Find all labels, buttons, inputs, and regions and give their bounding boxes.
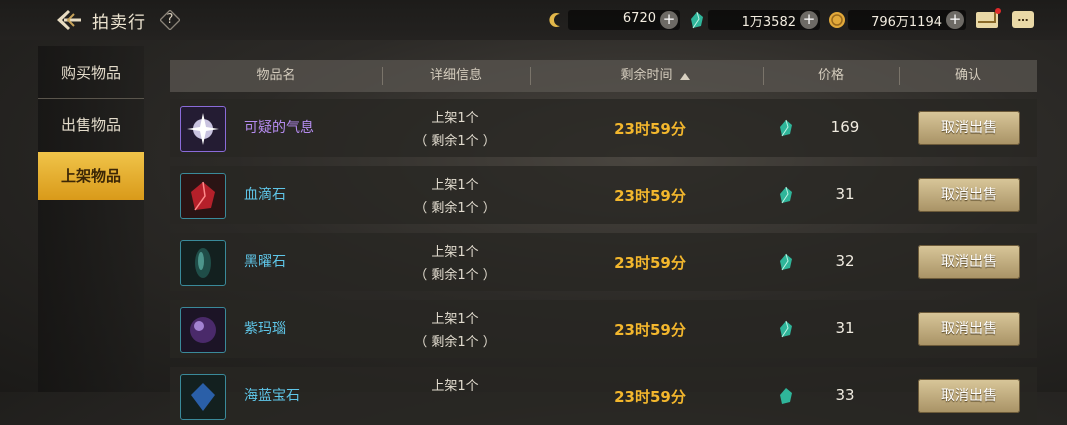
notification-dot: [995, 8, 1001, 14]
item-name: 海蓝宝石: [244, 388, 300, 404]
cancel-sale-button[interactable]: 取消出售: [918, 178, 1020, 212]
listed-count: 上架1个: [431, 111, 479, 126]
price-value: 33: [835, 386, 855, 404]
column-remaining-time[interactable]: 剩余时间: [530, 60, 763, 92]
moon-coin-icon: [549, 13, 560, 27]
mail-icon[interactable]: [976, 12, 998, 28]
add-currency-button[interactable]: +: [946, 11, 964, 29]
currency-moon: 6720 +: [568, 10, 680, 30]
remaining-count: （ 剩余1个 ）: [414, 335, 496, 350]
cancel-sale-button[interactable]: 取消出售: [918, 312, 1020, 346]
add-currency-button[interactable]: +: [660, 11, 678, 29]
column-details: 详细信息: [429, 68, 482, 83]
add-currency-button[interactable]: +: [800, 11, 818, 29]
remaining-count: （ 剩余1个 ）: [414, 134, 496, 149]
column-item-name: 物品名: [256, 68, 296, 83]
item-name: 紫玛瑙: [244, 321, 286, 337]
green-gem-icon: [780, 186, 792, 204]
item-name: 血滴石: [244, 187, 286, 203]
currency-value: 1万3582: [741, 15, 796, 30]
green-gem-icon: [780, 320, 792, 338]
price-value: 169: [830, 118, 860, 136]
top-bar: 拍卖行 ? 6720 + 1万3582 + 796万1194 + …: [0, 0, 1067, 40]
listed-count: 上架1个: [431, 245, 479, 260]
green-gem-icon: [780, 388, 792, 404]
remaining-time: 23时59分: [614, 321, 686, 339]
help-label: ?: [166, 12, 174, 27]
currency-gem: 1万3582 +: [708, 10, 820, 30]
listed-count: 上架1个: [431, 312, 479, 327]
mystic-aura-icon: [180, 106, 226, 152]
cancel-sale-button[interactable]: 取消出售: [918, 111, 1020, 145]
obsidian-icon: [180, 240, 226, 286]
listed-count: 上架1个: [431, 178, 479, 193]
page-title: 拍卖行: [92, 13, 146, 33]
currency-value: 796万1194: [871, 15, 942, 30]
table-row: 紫玛瑙 上架1个 （ 剩余1个 ） 23时59分 31 取消出售: [170, 300, 1037, 358]
chat-icon[interactable]: …: [1012, 11, 1034, 28]
help-button[interactable]: ?: [159, 9, 181, 31]
column-confirm: 确认: [954, 68, 981, 83]
green-gem-icon: [780, 119, 792, 137]
green-gem-icon: [780, 253, 792, 271]
remaining-time: 23时59分: [614, 254, 686, 272]
green-gem-icon: [691, 11, 703, 29]
gold-coin-icon: [829, 12, 845, 28]
table-row: 可疑的气息 上架1个 （ 剩余1个 ） 23时59分 169 取消出售: [170, 99, 1037, 157]
cancel-sale-button[interactable]: 取消出售: [918, 379, 1020, 413]
column-price: 价格: [817, 68, 844, 83]
tab-buy-items[interactable]: 购买物品: [38, 48, 144, 98]
remaining-time: 23时59分: [614, 388, 686, 406]
price-value: 31: [835, 185, 855, 203]
tab-sell-items[interactable]: 出售物品: [38, 100, 144, 150]
listed-count: 上架1个: [431, 379, 479, 394]
sort-ascending-icon[interactable]: [680, 73, 690, 80]
item-name: 黑曜石: [244, 254, 286, 270]
back-arrow-icon[interactable]: [54, 6, 84, 34]
remaining-time: 23时59分: [614, 120, 686, 138]
table-row: 血滴石 上架1个 （ 剩余1个 ） 23时59分 31 取消出售: [170, 166, 1037, 224]
item-name: 可疑的气息: [244, 120, 314, 136]
cancel-sale-button[interactable]: 取消出售: [918, 245, 1020, 279]
purple-agate-icon: [180, 307, 226, 353]
price-value: 31: [835, 319, 855, 337]
blood-stone-icon: [180, 173, 226, 219]
tab-divider: [38, 98, 144, 99]
table-row: 黑曜石 上架1个 （ 剩余1个 ） 23时59分 32 取消出售: [170, 233, 1037, 291]
remaining-count: （ 剩余1个 ）: [414, 268, 496, 283]
currency-gold: 796万1194 +: [848, 10, 966, 30]
remaining-count: （ 剩余1个 ）: [414, 201, 496, 216]
price-value: 32: [835, 252, 855, 270]
currency-value: 6720: [622, 11, 656, 26]
table-header: 物品名 详细信息 剩余时间 价格 确认: [170, 60, 1037, 92]
aquamarine-icon: [180, 374, 226, 420]
table-row: 海蓝宝石 上架1个 23时59分 33 取消出售: [170, 367, 1037, 425]
tab-listed-items[interactable]: 上架物品: [38, 152, 144, 200]
remaining-time: 23时59分: [614, 187, 686, 205]
